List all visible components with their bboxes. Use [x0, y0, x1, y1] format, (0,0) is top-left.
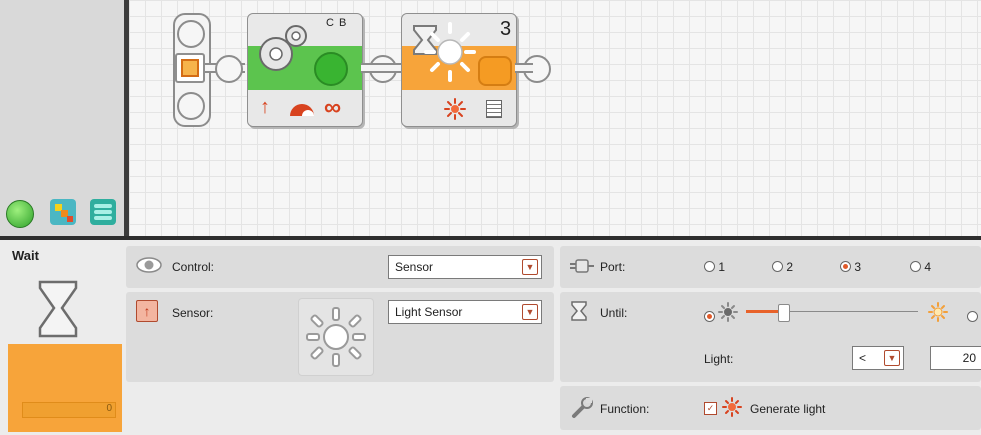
dark-light-icon — [718, 302, 738, 322]
sensor-row: ↑ Sensor: Light Sensor ▼ — [126, 292, 554, 382]
chevron-down-icon[interactable]: ▼ — [884, 350, 900, 366]
block-counter-field: 0 — [22, 402, 116, 418]
light-value-input[interactable]: 20 — [930, 346, 981, 370]
custom-palette-button[interactable] — [90, 199, 116, 225]
common-palette-button[interactable] — [6, 200, 34, 228]
light-value-text: 20 — [962, 351, 976, 365]
port-number-text: 3 — [500, 18, 512, 40]
port-option-2[interactable]: 2 — [772, 260, 793, 274]
block-title: Wait — [12, 248, 39, 263]
port-option-4[interactable]: 4 — [910, 260, 931, 274]
motor-power-indicator — [314, 52, 348, 86]
complete-palette-button[interactable] — [50, 199, 76, 225]
port-row: Port: 1 2 3 4 — [560, 246, 981, 288]
wire-connector-3 — [515, 63, 533, 73]
left-dock — [0, 0, 124, 237]
wrench-icon — [572, 397, 593, 418]
sequence-connector-circle — [215, 55, 243, 83]
port-radio-3[interactable] — [840, 261, 851, 272]
block-icon-panel: 0 — [8, 344, 122, 432]
eye-icon — [136, 257, 162, 273]
sensor-select-value: Light Sensor — [395, 305, 463, 319]
move-block[interactable]: C B ↑ ∞ — [247, 13, 363, 127]
data-hub-icon[interactable] — [486, 100, 502, 118]
chevron-down-icon[interactable]: ▼ — [522, 304, 538, 320]
control-select[interactable]: Sensor ▼ — [388, 255, 542, 279]
control-label: Control: — [172, 260, 215, 274]
bright-radio[interactable] — [966, 311, 978, 322]
comparison-select-value: < — [859, 351, 867, 365]
hourglass-light-icon — [413, 22, 476, 82]
hourglass-small-icon — [571, 301, 587, 321]
slider-thumb[interactable] — [778, 304, 790, 322]
light-threshold-slider[interactable] — [746, 304, 918, 322]
port-label: Port: — [600, 260, 626, 274]
slider-fill — [746, 310, 782, 313]
port-option-1[interactable]: 1 — [704, 260, 725, 274]
control-row: Control: Sensor ▼ — [126, 246, 554, 288]
block-counter-value: 0 — [106, 403, 112, 414]
wait-light-block[interactable]: 3 — [401, 13, 517, 127]
chevron-down-icon[interactable]: ▼ — [522, 259, 538, 275]
duration-unlimited-icon: ∞ — [324, 94, 342, 121]
wire-connector-2 — [361, 63, 401, 73]
motor-ports-text: C B — [326, 17, 348, 29]
function-row: Function: ✓ Generate light — [560, 386, 981, 430]
port-option-3[interactable]: 3 — [840, 260, 861, 274]
start-point-icon[interactable] — [175, 53, 205, 83]
plug-icon — [570, 259, 594, 273]
bright-light-icon — [928, 302, 948, 322]
light-sensor-preview — [298, 298, 374, 376]
control-select-value: Sensor — [395, 260, 434, 274]
generate-light-icon — [722, 397, 742, 417]
port-radio-4[interactable] — [910, 261, 921, 272]
direction-forward-icon: ↑ — [260, 96, 270, 118]
palette-tabs — [6, 196, 121, 230]
port-radio-1[interactable] — [704, 261, 715, 272]
light-label: Light: — [704, 352, 734, 366]
light-sensor-icon — [306, 307, 366, 367]
hourglass-icon — [38, 280, 78, 338]
comparison-select[interactable]: < ▼ — [852, 346, 904, 370]
configuration-panel: Wait 0 Control: Sensor ▼ ↑ Sensor: Light… — [0, 240, 981, 435]
beam-top-circle — [177, 20, 205, 48]
steering-icon — [290, 104, 314, 116]
until-row: Until: Light: < ▼ 20 — [560, 292, 981, 382]
sensor-select[interactable]: Light Sensor ▼ — [388, 300, 542, 324]
dark-radio[interactable] — [704, 311, 715, 322]
sensor-type-icon: ↑ — [136, 300, 158, 322]
generate-light-checkbox[interactable]: ✓ — [704, 402, 717, 415]
function-label: Function: — [600, 402, 650, 416]
beam-bottom-circle — [177, 92, 205, 120]
sensor-value-indicator — [478, 56, 512, 86]
generate-light-icon — [444, 98, 466, 120]
sensor-label: Sensor: — [172, 306, 214, 320]
generate-light-label: Generate light — [750, 402, 826, 416]
until-label: Until: — [600, 306, 628, 320]
port-radio-2[interactable] — [772, 261, 783, 272]
program-canvas[interactable]: C B ↑ ∞ 3 — [129, 0, 981, 237]
gears-icon — [259, 25, 307, 71]
